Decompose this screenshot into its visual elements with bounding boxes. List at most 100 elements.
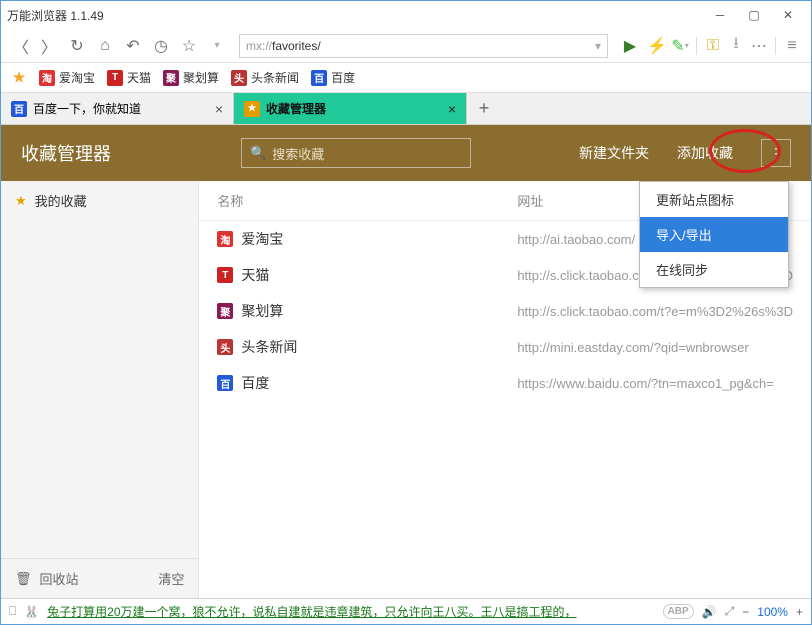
new-folder-link[interactable]: 新建文件夹 [579, 143, 649, 163]
go-icon[interactable]: ▶ [620, 36, 640, 56]
row-url: https://www.baidu.com/?tn=maxco1_pg&ch= [517, 376, 793, 391]
favorite-row[interactable]: 头头条新闻http://mini.eastday.com/?qid=wnbrow… [199, 329, 811, 365]
recycle-label: 回收站 [40, 569, 79, 588]
search-icon: 🔍 [250, 145, 266, 161]
clear-link[interactable]: 清空 [158, 569, 184, 588]
home-icon[interactable]: ⌂ [95, 36, 115, 56]
star-icon: ★ [15, 193, 27, 209]
sidebar-toggle-icon[interactable]: ⎕ [9, 604, 16, 619]
bookmark-item[interactable]: ★ [11, 70, 27, 86]
dropdown-icon[interactable]: ▾ [207, 36, 227, 56]
maximize-button[interactable]: ▢ [737, 5, 771, 25]
reload-icon[interactable]: ↻ [67, 36, 87, 56]
row-name: 天猫 [241, 265, 269, 285]
row-icon: 聚 [217, 303, 233, 319]
bookmark-icon: 聚 [163, 70, 179, 86]
forward-icon[interactable]: 〉 [39, 36, 59, 56]
nav-toolbar: 〈 〉 ↻ ⌂ ↶ ◷ ☆ ▾ mx://favorites/ ▾ ▶ ⚡ ✎▾… [1, 29, 811, 63]
dropdown-item[interactable]: 导入/导出 [640, 217, 788, 252]
key-icon[interactable]: ⚿ [704, 37, 722, 55]
more-dropdown: 更新站点图标导入/导出在线同步 [639, 181, 789, 288]
favorite-row[interactable]: 聚聚划算 http://s.click.taobao.com/t?e=m%3D2%… [199, 293, 811, 329]
zoom-in-icon[interactable]: + [796, 605, 803, 619]
tab-label: 百度一下，你就知道 [33, 100, 141, 117]
row-icon: 头 [217, 339, 233, 355]
new-tab-button[interactable]: + [467, 93, 501, 124]
bookmark-item[interactable]: T天猫 [107, 69, 151, 86]
url-path: favorites/ [272, 39, 321, 53]
tab-close-icon[interactable]: × [215, 101, 223, 117]
row-name: 百度 [241, 373, 269, 393]
row-url: http://s.click.taobao.com/t?e=m%3D2%26s%… [517, 304, 793, 319]
tab-strip: 百百度一下，你就知道×★收藏管理器×+ [1, 93, 811, 125]
sidebar-recycle[interactable]: 🗑 回收站 清空 [1, 558, 198, 598]
bookmark-icon: 头 [231, 70, 247, 86]
sidebar-item-label: 我的收藏 [35, 191, 87, 210]
row-icon: T [217, 267, 233, 283]
sidebar-item-my-favorites[interactable]: ★ 我的收藏 [1, 181, 198, 220]
url-prefix: mx:// [246, 39, 272, 53]
dropdown-item[interactable]: 在线同步 [640, 252, 788, 287]
tab[interactable]: ★ 收藏管理器 × [234, 93, 467, 124]
brush-icon[interactable]: ✎▾ [671, 37, 689, 55]
bookmarks-bar: ★ 淘爱淘宝 T天猫聚聚划算头头条新闻百百度 [1, 63, 811, 93]
tab-label: 收藏管理器 [266, 100, 326, 117]
bookmark-label: 聚划算 [183, 69, 219, 86]
volume-icon[interactable]: 🔊 [702, 605, 717, 619]
search-placeholder: 搜索收藏 [272, 144, 324, 163]
zoom-out-icon[interactable]: − [742, 605, 749, 619]
bookmark-icon: 百 [311, 70, 327, 86]
search-input[interactable]: 🔍 搜索收藏 [241, 138, 471, 168]
kebab-icon: ⋮ [769, 148, 783, 158]
expand-icon[interactable]: ⤢ [725, 604, 735, 619]
row-icon: 淘 [217, 231, 233, 247]
bookmark-icon: 淘 [39, 70, 55, 86]
bookmark-item[interactable]: 百百度 [311, 69, 355, 86]
bookmark-icon: ★ [11, 70, 27, 86]
close-button[interactable]: ✕ [771, 5, 805, 25]
bookmark-item[interactable]: 聚聚划算 [163, 69, 219, 86]
abp-icon[interactable]: ABP [663, 604, 694, 619]
bookmark-label: 百度 [331, 69, 355, 86]
bookmark-label: 爱淘宝 [59, 69, 95, 86]
page-title: 收藏管理器 [21, 140, 221, 166]
url-dropdown-icon[interactable]: ▾ [595, 39, 601, 53]
row-url: http://mini.eastday.com/?qid=wnbrowser [517, 340, 793, 355]
undo-icon[interactable]: ↶ [123, 36, 143, 56]
status-bar: ⎕ 🐰 兔子打算用20万建一个窝，狼不允许，说私自建就是违章建筑，只允许向王八买… [1, 598, 811, 624]
zoom-level[interactable]: 100% [757, 605, 788, 619]
sidebar: ★ 我的收藏 🗑 回收站 清空 [1, 181, 199, 598]
row-name: 爱淘宝 [241, 229, 283, 249]
minimize-button[interactable]: ─ [703, 5, 737, 25]
star-icon[interactable]: ☆ [179, 36, 199, 56]
content-area: ★ 我的收藏 🗑 回收站 清空 名称 网址 淘爱淘宝http://ai.taob… [1, 181, 811, 598]
clock-icon[interactable]: ◷ [151, 36, 171, 56]
rabbit-icon: 🐰 [24, 605, 39, 619]
status-news[interactable]: 兔子打算用20万建一个窝，狼不允许，说私自建就是违章建筑，只允许向王八买。王八是… [47, 603, 654, 620]
add-favorite-link[interactable]: 添加收藏 [677, 143, 733, 163]
app-title: 万能浏览器 1.1.49 [7, 7, 104, 24]
bookmark-icon: T [107, 70, 123, 86]
tab-icon: ★ [244, 101, 260, 117]
titlebar: 万能浏览器 1.1.49 ─ ▢ ✕ [1, 1, 811, 29]
row-icon: 百 [217, 375, 233, 391]
dropdown-item[interactable]: 更新站点图标 [640, 182, 788, 217]
more-menu-button[interactable]: ⋮ [761, 139, 791, 167]
col-url: 网址 [517, 191, 543, 210]
back-icon[interactable]: 〈 [11, 36, 31, 56]
col-name: 名称 [217, 191, 517, 210]
row-name: 聚划算 [241, 301, 283, 321]
favorite-row[interactable]: 百百度 https://www.baidu.com/?tn=maxco1_pg&c… [199, 365, 811, 401]
tab-close-icon[interactable]: × [448, 101, 456, 117]
bookmark-item[interactable]: 头头条新闻 [231, 69, 299, 86]
hamburger-icon[interactable]: ≡ [783, 37, 801, 55]
trash-icon: 🗑 [15, 571, 32, 587]
favorites-header: 收藏管理器 🔍 搜索收藏 新建文件夹 添加收藏 ⋮ [1, 125, 811, 181]
download-icon[interactable]: ⭳ [727, 37, 745, 55]
bookmark-item[interactable]: 淘爱淘宝 [39, 69, 95, 86]
menu-icon[interactable]: ⋯ [750, 37, 768, 55]
url-input[interactable]: mx://favorites/ ▾ [239, 34, 608, 58]
bookmark-label: 天猫 [127, 69, 151, 86]
bolt-icon[interactable]: ⚡ [648, 37, 666, 55]
tab[interactable]: 百百度一下，你就知道× [1, 93, 234, 124]
